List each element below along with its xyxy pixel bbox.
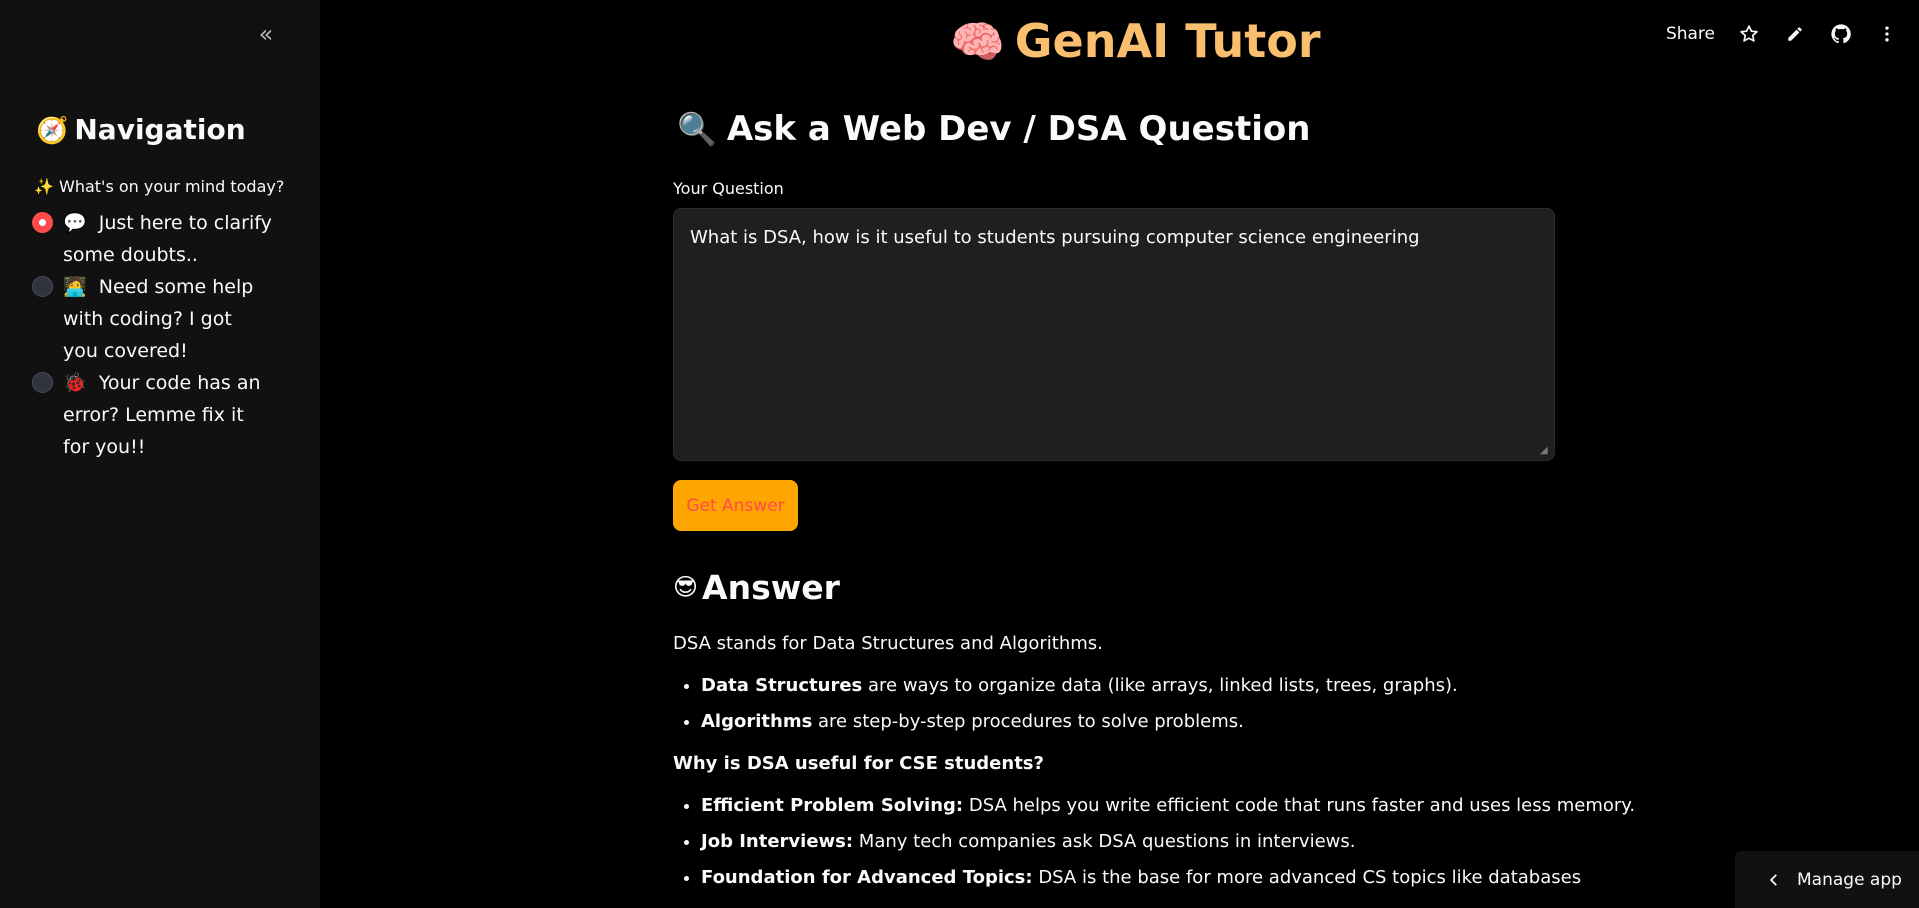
sunglasses-face-icon: 😎 (673, 573, 699, 601)
why-heading-text: Why is DSA useful for CSE students? (673, 753, 1044, 774)
app-title: 🧠 GenAI Tutor (950, 14, 1321, 68)
answer-heading-text: Answer (702, 568, 840, 607)
top-toolbar: Share (1666, 20, 1899, 48)
question-heading-text: Ask a Web Dev / DSA Question (726, 109, 1311, 149)
list-item: Data Structures are ways to organize dat… (701, 672, 1555, 700)
radio-option-coding-help[interactable]: 🧑‍💻 Need some help with coding? I got yo… (32, 271, 272, 367)
radio-option-label: Your code has an error? Lemme fix it for… (63, 372, 261, 458)
list-item-text: Many tech companies ask DSA questions in… (853, 831, 1356, 852)
list-item-text: are step-by-step procedures to solve pro… (812, 711, 1244, 732)
app-title-text: GenAI Tutor (1014, 14, 1321, 68)
radio-option-label: Need some help with coding? I got you co… (63, 276, 254, 362)
share-button[interactable]: Share (1666, 24, 1715, 44)
github-icon[interactable] (1829, 22, 1853, 46)
edit-icon[interactable] (1783, 22, 1807, 46)
list-item: Algorithms are step-by-step procedures t… (701, 708, 1555, 736)
list-item: Foundation for Advanced Topics: DSA is t… (701, 864, 1581, 892)
magnifier-icon: 🔍 (677, 110, 717, 148)
answer-body: DSA stands for Data Structures and Algor… (673, 630, 1635, 906)
question-textarea[interactable] (673, 208, 1555, 461)
manage-app-label: Manage app (1797, 869, 1902, 890)
radio-option-fix-error[interactable]: 🐞 Your code has an error? Lemme fix it f… (32, 367, 272, 463)
list-item-term: Job Interviews: (701, 831, 854, 852)
list-item-term: Efficient Problem Solving: (701, 795, 964, 816)
list-item-text: DSA helps you write efficient code that … (963, 795, 1636, 816)
more-vert-icon[interactable] (1875, 22, 1899, 46)
list-item: Efficient Problem Solving: DSA helps you… (701, 792, 1635, 820)
radio-option-label: Just here to clarify some doubts.. (63, 212, 272, 266)
list-item: Job Interviews: Many tech companies ask … (701, 828, 1555, 856)
why-heading: Why is DSA useful for CSE students? (673, 750, 1555, 778)
radio-unselected-icon[interactable] (32, 372, 53, 393)
get-answer-button[interactable]: Get Answer (673, 480, 798, 531)
speech-bubble-icon: 💬 (63, 212, 87, 234)
bug-icon: 🐞 (63, 372, 87, 394)
question-heading: 🔍 Ask a Web Dev / DSA Question (677, 109, 1310, 149)
star-icon[interactable] (1737, 22, 1761, 46)
manage-app-button[interactable]: Manage app (1735, 851, 1919, 908)
list-item-term: Algorithms (701, 711, 813, 732)
list-item-term: Data Structures (701, 675, 863, 696)
radio-unselected-icon[interactable] (32, 276, 53, 297)
list-item-text: DSA is the base for more advanced CS top… (1032, 867, 1582, 888)
resize-handle-icon[interactable]: ◢ (1540, 446, 1550, 456)
sidebar: « 🧭 Navigation ✨ What's on your mind toda… (0, 0, 320, 908)
radio-option-clarify-doubts[interactable]: 💬 Just here to clarify some doubts.. (32, 207, 272, 271)
list-item-text: are ways to organize data (like arrays, … (862, 675, 1458, 696)
answer-heading: 😎 Answer (673, 568, 840, 607)
list-item-term: Foundation for Advanced Topics: (701, 867, 1033, 888)
compass-icon: 🧭 (36, 116, 69, 146)
brain-icon: 🧠 (950, 17, 1005, 68)
radio-group-label: ✨ What's on your mind today? (34, 177, 285, 196)
sidebar-title-text: Navigation (74, 113, 246, 146)
answer-intro: DSA stands for Data Structures and Algor… (673, 633, 1103, 654)
definitions-list: Data Structures are ways to organize dat… (673, 672, 1555, 736)
sidebar-title: 🧭 Navigation (36, 113, 246, 146)
radio-selected-icon[interactable] (32, 212, 53, 233)
technologist-icon: 🧑‍💻 (63, 276, 87, 298)
chevron-left-icon (1767, 868, 1781, 892)
question-field-label: Your Question (673, 179, 784, 198)
collapse-sidebar-icon[interactable]: « (252, 20, 280, 48)
reasons-list: Efficient Problem Solving: DSA helps you… (673, 792, 1635, 892)
